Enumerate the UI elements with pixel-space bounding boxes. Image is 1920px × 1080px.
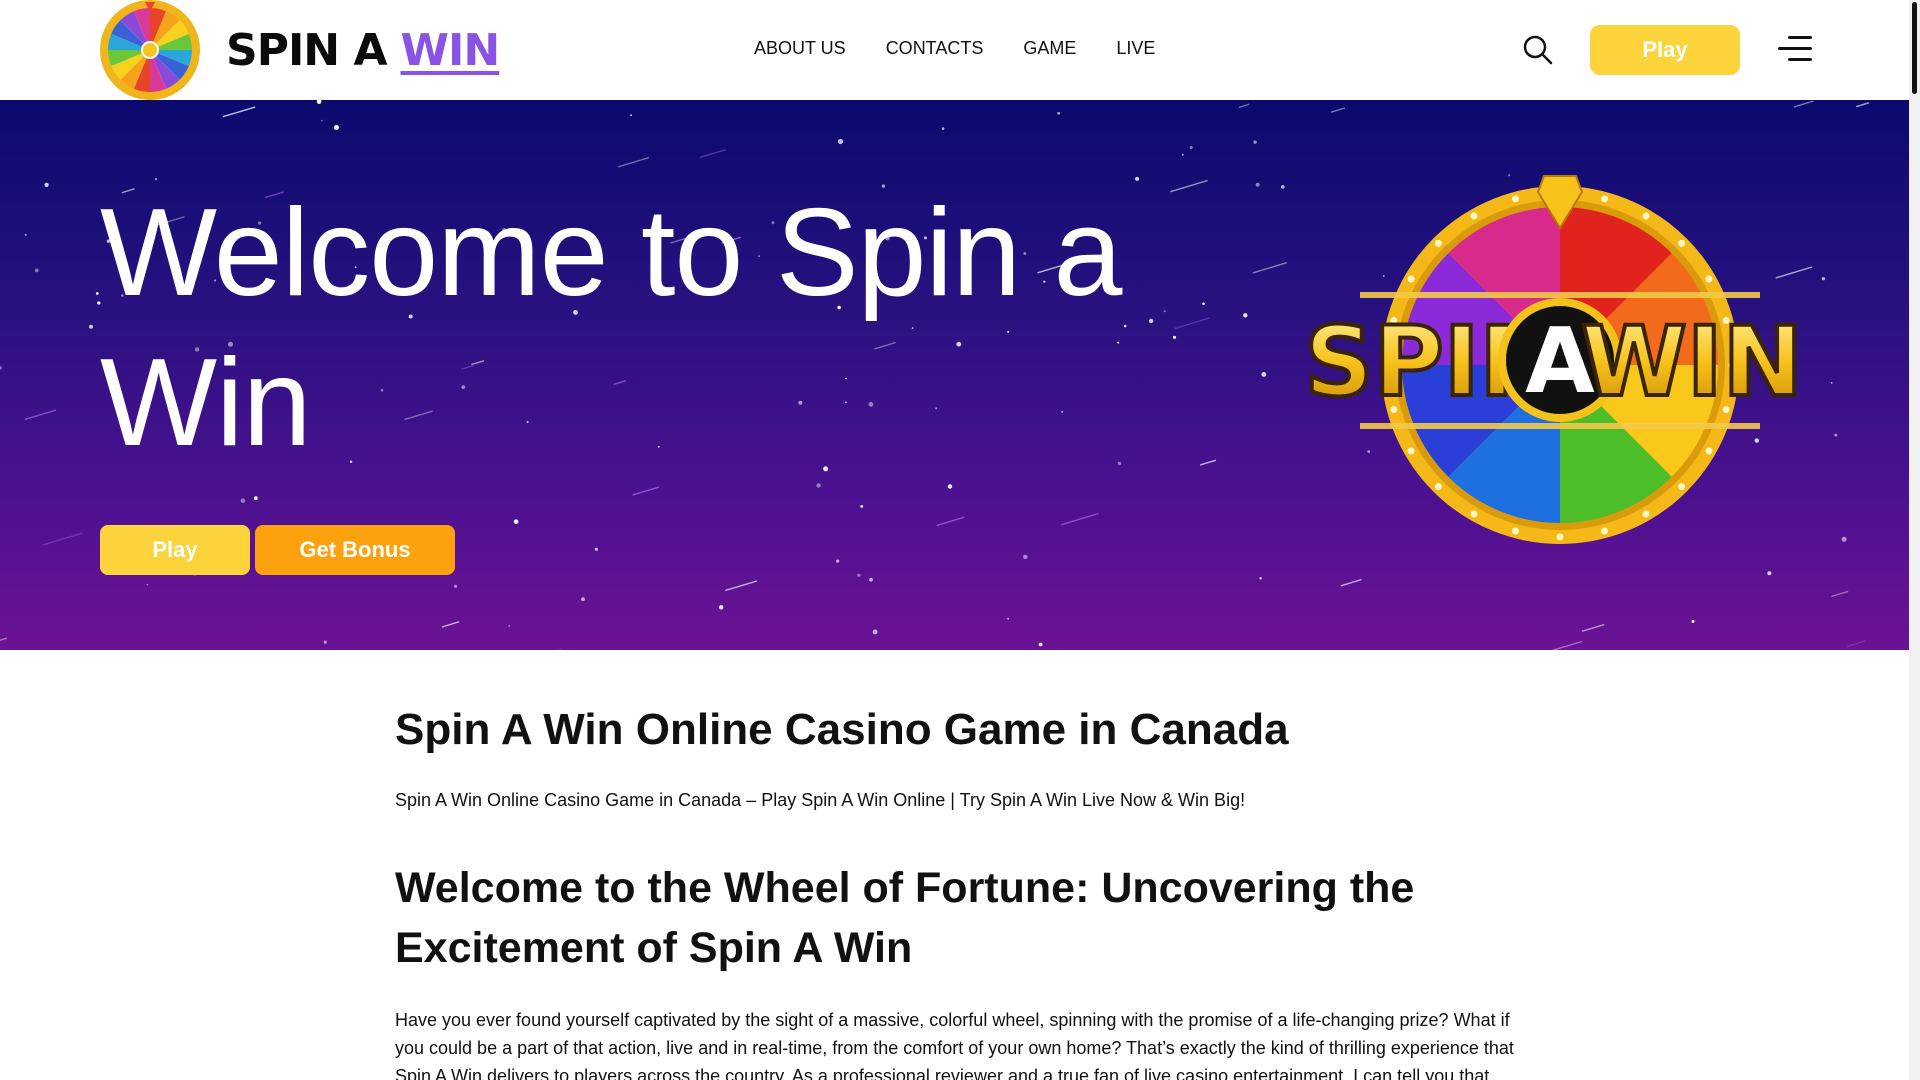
site-header: SPIN A WIN ABOUT US CONTACTS GAME LIVE P… [0,0,1909,100]
intro-paragraph: Have you ever found yourself captivated … [395,1010,1514,1080]
brand-word-win: WIN [400,24,501,76]
article-title: Spin A Win Online Casino Game in Canada [395,705,1289,754]
hamburger-menu-icon[interactable] [1778,34,1812,64]
header-play-button[interactable]: Play [1590,25,1740,75]
hero-play-button[interactable]: Play [100,525,250,575]
article-subtitle: Spin A Win Online Casino Game in Canada … [395,790,1246,810]
brand-logo-text[interactable]: SPIN A WIN [226,22,501,78]
spin-a-win-wheel-logo: SPIN A WIN [1302,175,1805,544]
nav-live[interactable]: LIVE [1116,38,1155,59]
hero-logo-text-win: WIN [1581,306,1803,418]
section-heading: Welcome to the Wheel of Fortune: Uncover… [395,864,1415,972]
main-content: Spin A Win Online Casino Game in Canada … [395,700,1515,1080]
nav-about-us[interactable]: ABOUT US [754,38,846,59]
search-icon[interactable] [1522,34,1554,66]
scrollbar-thumb[interactable] [1912,2,1917,94]
brand-word-spin-a: SPIN A [226,24,388,76]
hero-title: Welcome to Spin a Win [100,184,1122,472]
wheel-logo-icon[interactable] [100,0,200,100]
main-nav: ABOUT US CONTACTS GAME LIVE [754,38,1155,59]
page-scrollbar[interactable] [1909,0,1920,1080]
hero-banner: Welcome to Spin a Win Play Get Bonus SPI… [0,100,1909,650]
nav-contacts[interactable]: CONTACTS [886,38,984,59]
page: SPIN A WIN ABOUT US CONTACTS GAME LIVE P… [0,0,1909,1080]
get-bonus-button[interactable]: Get Bonus [255,525,455,575]
nav-game[interactable]: GAME [1023,38,1076,59]
